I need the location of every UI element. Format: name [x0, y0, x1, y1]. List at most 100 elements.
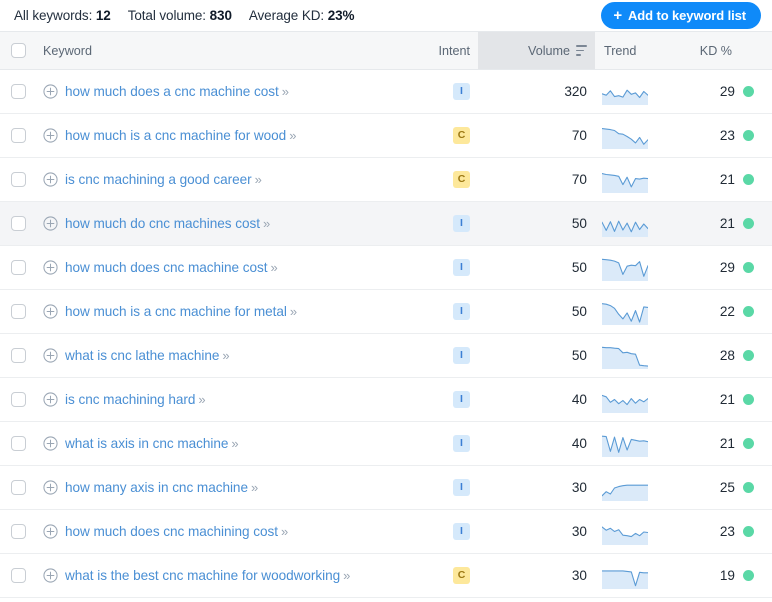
all-keywords-stat: All keywords: 12 [14, 8, 111, 23]
select-all-checkbox[interactable] [10, 43, 26, 59]
row-checkbox[interactable] [10, 171, 26, 187]
keyword-link[interactable]: how much does a cnc machine cost» [65, 84, 289, 99]
row-checkbox[interactable] [10, 215, 26, 231]
row-checkbox[interactable] [10, 567, 26, 583]
kd-cell: 28 [669, 333, 772, 378]
intent-badge[interactable]: I [453, 346, 470, 364]
row-checkbox[interactable] [10, 391, 26, 407]
table-row[interactable]: how much is a cnc machine for metal» I 50 2… [0, 289, 772, 334]
intent-badge[interactable]: I [453, 82, 470, 100]
plus-circle-icon[interactable] [43, 172, 58, 187]
plus-circle-icon[interactable] [43, 216, 58, 231]
plus-circle-icon[interactable] [43, 260, 58, 275]
table-row[interactable]: what is cnc lathe machine» I 50 28 [0, 333, 772, 378]
kd-status-dot [743, 305, 754, 317]
table-row[interactable]: is cnc machining a good career» C 70 21 [0, 157, 772, 202]
total-volume-stat: Total volume: 830 [128, 8, 232, 23]
intent-cell: I [418, 465, 478, 510]
volume-cell: 30 [478, 553, 595, 598]
keyword-link[interactable]: is cnc machining hard» [65, 392, 206, 407]
kd-value: 21 [719, 391, 735, 407]
row-checkbox[interactable] [10, 127, 26, 143]
table-row[interactable]: how much is a cnc machine for wood» C 70 23 [0, 113, 772, 158]
keyword-cell: how much does cnc machine cost» [36, 245, 418, 290]
plus-circle-icon[interactable] [43, 128, 58, 143]
intent-cell: C [418, 553, 478, 598]
volume-column-label: Volume [527, 43, 570, 58]
table-row[interactable]: what is the best cnc machine for woodwor… [0, 553, 772, 598]
row-checkbox[interactable] [10, 259, 26, 275]
row-checkbox[interactable] [10, 479, 26, 495]
row-checkbox[interactable] [10, 303, 26, 319]
kd-status-dot [743, 525, 754, 537]
trend-cell [595, 553, 669, 598]
kd-column-header[interactable]: KD % [669, 31, 772, 70]
table-row[interactable]: how much does a cnc machine cost» I 320 29 [0, 69, 772, 114]
keyword-link[interactable]: is cnc machining a good career» [65, 172, 262, 187]
intent-badge[interactable]: I [453, 522, 470, 540]
trend-cell [595, 509, 669, 554]
kd-cell: 23 [669, 113, 772, 158]
keyword-link[interactable]: how much is a cnc machine for metal» [65, 304, 297, 319]
intent-badge[interactable]: I [453, 390, 470, 408]
volume-column-header[interactable]: Volume [478, 31, 595, 70]
table-row[interactable]: what is axis in cnc machine» I 40 21 [0, 421, 772, 466]
table-row[interactable]: how many axis in cnc machine» I 30 25 [0, 465, 772, 510]
add-to-keyword-list-label: Add to keyword list [627, 8, 746, 23]
intent-badge[interactable]: I [453, 214, 470, 232]
trend-cell [595, 333, 669, 378]
add-to-keyword-list-button[interactable]: + Add to keyword list [601, 2, 761, 29]
intent-badge[interactable]: I [453, 302, 470, 320]
keyword-cell: how much is a cnc machine for wood» [36, 113, 418, 158]
plus-circle-icon[interactable] [43, 84, 58, 99]
keyword-cell: what is cnc lathe machine» [36, 333, 418, 378]
row-checkbox[interactable] [10, 435, 26, 451]
keyword-link[interactable]: how much does cnc machining cost» [65, 524, 288, 539]
volume-cell: 40 [478, 377, 595, 422]
intent-badge[interactable]: I [453, 478, 470, 496]
plus-circle-icon[interactable] [43, 392, 58, 407]
row-checkbox[interactable] [10, 523, 26, 539]
plus-circle-icon[interactable] [43, 348, 58, 363]
keyword-chevron-icon: » [281, 524, 288, 539]
keyword-link[interactable]: how many axis in cnc machine» [65, 480, 258, 495]
row-select-cell [0, 245, 36, 290]
intent-badge[interactable]: I [453, 434, 470, 452]
keyword-chevron-icon: » [250, 480, 258, 495]
table-row[interactable]: how much do cnc machines cost» I 50 21 [0, 201, 772, 246]
kd-cell: 21 [669, 377, 772, 422]
table-head: Keyword Intent Volume Trend KD % [0, 31, 772, 70]
kd-status-dot [743, 393, 754, 405]
keyword-link[interactable]: what is cnc lathe machine» [65, 348, 230, 363]
table-row[interactable]: how much does cnc machine cost» I 50 29 [0, 245, 772, 290]
keyword-link[interactable]: how much is a cnc machine for wood» [65, 128, 296, 143]
intent-badge[interactable]: C [453, 566, 470, 584]
volume-cell: 70 [478, 157, 595, 202]
table-row[interactable]: is cnc machining hard» I 40 21 [0, 377, 772, 422]
row-select-cell [0, 157, 36, 202]
summary-stats: All keywords: 12 Total volume: 830 Avera… [14, 8, 355, 23]
row-checkbox[interactable] [10, 347, 26, 363]
plus-circle-icon[interactable] [43, 304, 58, 319]
plus-circle-icon[interactable] [43, 568, 58, 583]
trend-column-header[interactable]: Trend [595, 31, 669, 70]
plus-circle-icon[interactable] [43, 436, 58, 451]
intent-cell: C [418, 113, 478, 158]
keyword-link[interactable]: how much do cnc machines cost» [65, 216, 270, 231]
keyword-link[interactable]: what is the best cnc machine for woodwor… [65, 568, 350, 583]
keyword-link[interactable]: what is axis in cnc machine» [65, 436, 239, 451]
keyword-column-header[interactable]: Keyword [36, 31, 418, 70]
plus-circle-icon[interactable] [43, 524, 58, 539]
row-select-cell [0, 113, 36, 158]
keyword-chevron-icon: » [281, 84, 289, 99]
intent-column-header[interactable]: Intent [418, 31, 478, 70]
intent-badge[interactable]: I [453, 258, 470, 276]
table-row[interactable]: how much does cnc machining cost» I 30 23 [0, 509, 772, 554]
keyword-chevron-icon: » [254, 172, 262, 187]
row-select-cell [0, 509, 36, 554]
intent-badge[interactable]: C [453, 170, 470, 188]
row-checkbox[interactable] [10, 83, 26, 99]
keyword-link[interactable]: how much does cnc machine cost» [65, 260, 278, 275]
intent-badge[interactable]: C [453, 126, 470, 144]
plus-circle-icon[interactable] [43, 480, 58, 495]
